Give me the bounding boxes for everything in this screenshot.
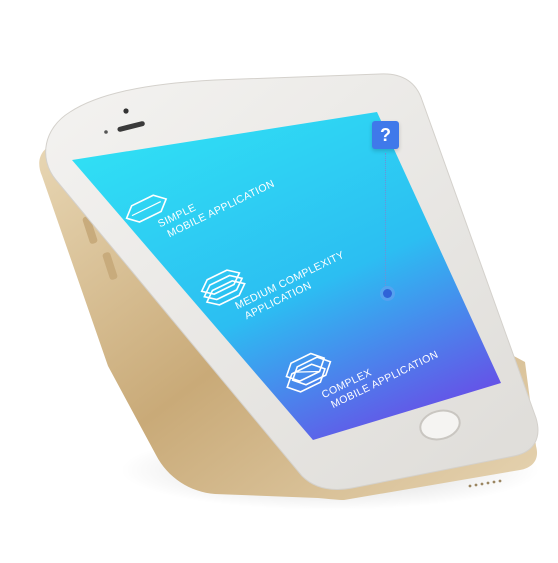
help-hotspot-dot[interactable] xyxy=(383,289,392,298)
front-camera xyxy=(123,108,129,114)
help-connector-line xyxy=(385,153,386,287)
phone-mockup-scene: SIMPLE MOBILE APPLICATION MEDIUM COMPLEX… xyxy=(39,73,540,510)
question-mark-icon[interactable]: ? xyxy=(372,121,399,149)
sensor-dot xyxy=(104,130,108,134)
